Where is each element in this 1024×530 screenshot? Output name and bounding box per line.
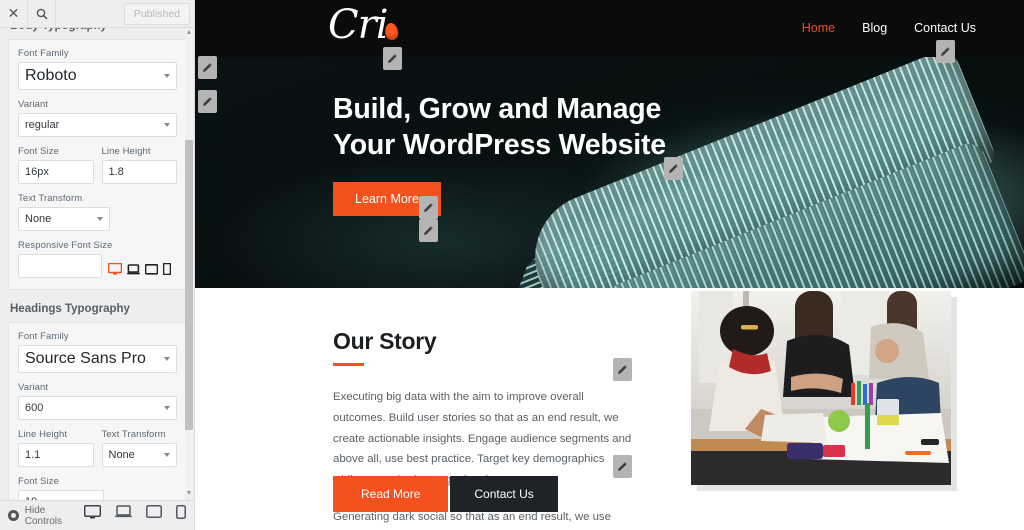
customizer-sidebar: Body Typography Font Family Roboto Varia… bbox=[0, 0, 195, 530]
heading-font-size-label: Font Size bbox=[18, 476, 60, 487]
pencil-icon[interactable] bbox=[613, 455, 632, 478]
heading-variant-label: Variant bbox=[18, 382, 49, 393]
body-font-family-value: Roboto bbox=[25, 67, 77, 84]
footer-tablet-icon[interactable] bbox=[146, 504, 162, 527]
body-line-height-input[interactable]: 1.8 bbox=[101, 160, 177, 184]
body-font-size-label: Font Size bbox=[18, 146, 60, 157]
close-icon[interactable]: ✕ bbox=[0, 0, 28, 27]
heading-variant-select[interactable]: 600 bbox=[18, 396, 177, 420]
sidebar-scrollbar-thumb[interactable] bbox=[185, 140, 193, 430]
scroll-up-arrow-icon[interactable]: ▲ bbox=[185, 29, 193, 37]
hide-controls-button[interactable]: Hide Controls bbox=[0, 505, 84, 527]
chevron-down-icon bbox=[164, 357, 170, 361]
chevron-down-icon bbox=[164, 123, 170, 127]
body-variant-value: regular bbox=[25, 119, 60, 131]
footer-mobile-icon[interactable] bbox=[176, 504, 186, 527]
our-story-section: Our Story Executing big data with the ai… bbox=[195, 288, 1024, 530]
footer-desktop-icon[interactable] bbox=[83, 504, 102, 527]
site-logo[interactable]: Cri bbox=[328, 2, 401, 48]
heading-text-transform-label: Text Transform bbox=[101, 429, 166, 440]
heading-underline bbox=[333, 363, 364, 366]
footer-device-switcher[interactable] bbox=[83, 504, 194, 527]
heading-line-height-input[interactable]: 1.1 bbox=[18, 443, 94, 467]
our-story-heading: Our Story bbox=[333, 328, 437, 354]
body-font-family-select[interactable]: Roboto bbox=[18, 62, 177, 90]
hero-title-line1: Build, Grow and Manage bbox=[333, 93, 662, 125]
our-story-buttons: Read More Contact Us bbox=[333, 476, 558, 512]
nav-item-contact-us[interactable]: Contact Us bbox=[914, 21, 976, 35]
heading-font-family-value: Source Sans Pro bbox=[25, 350, 146, 367]
site-logo-text: Cri bbox=[328, 2, 389, 48]
customizer-screen: Body Typography Font Family Roboto Varia… bbox=[0, 0, 1024, 530]
heading-text-transform-select[interactable]: None bbox=[101, 443, 177, 467]
scroll-down-arrow-icon[interactable]: ▼ bbox=[185, 490, 193, 498]
pencil-icon[interactable] bbox=[664, 157, 683, 180]
heading-line-height-value: 1.1 bbox=[25, 449, 41, 461]
pencil-icon[interactable] bbox=[419, 219, 438, 242]
heading-font-family-label: Font Family bbox=[18, 331, 69, 342]
body-text-transform-select[interactable]: None bbox=[18, 207, 111, 231]
site-preview[interactable]: Cri Home Blog Contact Us Build, Grow and… bbox=[195, 0, 1024, 530]
pencil-icon[interactable] bbox=[613, 358, 632, 381]
hide-controls-label: Hide Controls bbox=[24, 504, 62, 527]
pencil-icon[interactable] bbox=[198, 90, 217, 113]
desktop-icon[interactable] bbox=[108, 263, 122, 275]
tablet-icon[interactable] bbox=[145, 264, 158, 275]
customizer-footer: Hide Controls bbox=[0, 500, 194, 530]
our-story-secondary-button[interactable]: Contact Us bbox=[450, 476, 558, 512]
publish-button[interactable]: Published bbox=[123, 2, 190, 25]
site-header: Cri Home Blog Contact Us bbox=[195, 0, 1024, 57]
body-responsive-device-toggle[interactable] bbox=[108, 263, 171, 278]
team-photo-illustration bbox=[691, 291, 951, 485]
body-text-transform-label: Text Transform bbox=[18, 193, 83, 204]
body-font-size-value: 16px bbox=[25, 166, 49, 178]
body-variant-select[interactable]: regular bbox=[18, 113, 177, 137]
hero-title: Build, Grow and Manage Your WordPress We… bbox=[333, 92, 666, 163]
body-line-height-value: 1.8 bbox=[108, 166, 124, 178]
nav-item-blog[interactable]: Blog bbox=[862, 21, 887, 35]
pencil-icon[interactable] bbox=[936, 40, 955, 63]
footer-laptop-icon[interactable] bbox=[115, 504, 132, 527]
our-story-primary-button[interactable]: Read More bbox=[333, 476, 449, 512]
chevron-down-icon bbox=[164, 453, 170, 457]
body-typography-card: Font Family Roboto Variant regular Font … bbox=[8, 39, 187, 290]
laptop-icon[interactable] bbox=[127, 264, 140, 275]
headings-typography-section-title: Headings Typography bbox=[10, 303, 130, 315]
pencil-icon[interactable] bbox=[383, 47, 402, 70]
site-nav[interactable]: Home Blog Contact Us bbox=[802, 21, 976, 35]
body-variant-label: Variant bbox=[18, 99, 49, 110]
chevron-down-icon bbox=[164, 406, 170, 410]
our-story-image bbox=[691, 291, 951, 485]
heading-text-transform-value: None bbox=[108, 449, 135, 461]
chevron-down-icon bbox=[164, 74, 170, 78]
chevron-down-icon bbox=[97, 217, 104, 221]
search-icon[interactable] bbox=[28, 0, 56, 27]
body-text-transform-value: None bbox=[25, 213, 52, 225]
body-responsive-font-size-input[interactable] bbox=[18, 254, 102, 278]
customizer-scroll-panel[interactable]: Body Typography Font Family Roboto Varia… bbox=[0, 17, 194, 530]
pencil-icon[interactable] bbox=[198, 56, 217, 79]
hero-title-line2: Your WordPress Website bbox=[333, 128, 666, 161]
collapse-icon bbox=[8, 510, 19, 521]
heading-variant-value: 600 bbox=[25, 402, 44, 414]
pencil-icon[interactable] bbox=[419, 196, 438, 219]
customizer-header: ✕ Published bbox=[0, 0, 194, 28]
body-font-size-input[interactable]: 16px bbox=[18, 160, 94, 184]
hero-section: Build, Grow and Manage Your WordPress We… bbox=[195, 57, 1024, 288]
nav-item-home[interactable]: Home bbox=[802, 21, 835, 35]
heading-font-family-select[interactable]: Source Sans Pro bbox=[18, 345, 177, 373]
body-responsive-font-size-label: Responsive Font Size bbox=[18, 240, 113, 251]
heading-line-height-label: Line Height bbox=[18, 429, 68, 440]
headings-typography-card: Font Family Source Sans Pro Variant 600 bbox=[8, 322, 187, 530]
body-font-family-label: Font Family bbox=[18, 48, 69, 59]
body-line-height-label: Line Height bbox=[101, 146, 151, 157]
mobile-icon[interactable] bbox=[163, 263, 171, 275]
